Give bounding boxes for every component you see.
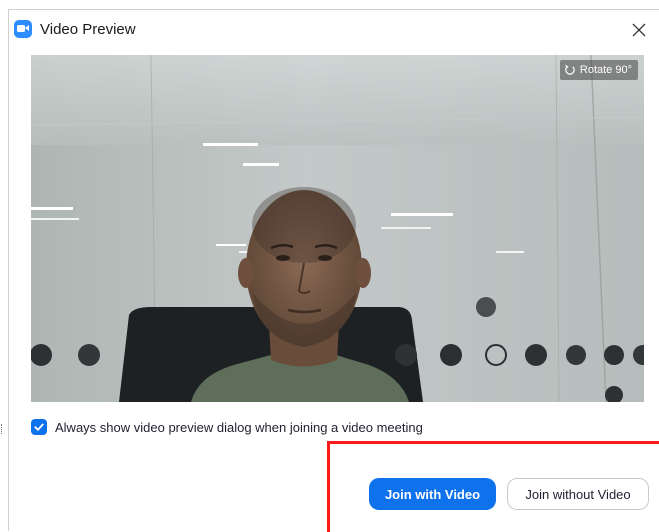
- join-without-video-button[interactable]: Join without Video: [507, 478, 649, 510]
- camera-feed-image: [31, 55, 644, 402]
- camera-preview: Rotate 90°: [31, 55, 644, 402]
- close-icon: [632, 23, 646, 37]
- zoom-app-icon: [14, 20, 32, 38]
- window-edge-marker: [1, 424, 4, 434]
- video-preview-dialog: Video Preview Rotate 90° Always show vid…: [8, 9, 659, 532]
- rotate-icon: [565, 64, 575, 75]
- window-title: Video Preview: [40, 21, 136, 38]
- join-with-video-button[interactable]: Join with Video: [369, 478, 496, 510]
- always-show-preview-label: Always show video preview dialog when jo…: [55, 419, 423, 435]
- rotate-90-button[interactable]: Rotate 90°: [559, 60, 638, 80]
- always-show-preview-checkbox[interactable]: [31, 419, 47, 435]
- rotate-label: Rotate 90°: [579, 64, 632, 76]
- title-bar: Video Preview: [9, 10, 659, 48]
- always-show-preview-option[interactable]: Always show video preview dialog when jo…: [31, 419, 423, 435]
- checkmark-icon: [34, 423, 44, 431]
- close-button[interactable]: [623, 14, 655, 46]
